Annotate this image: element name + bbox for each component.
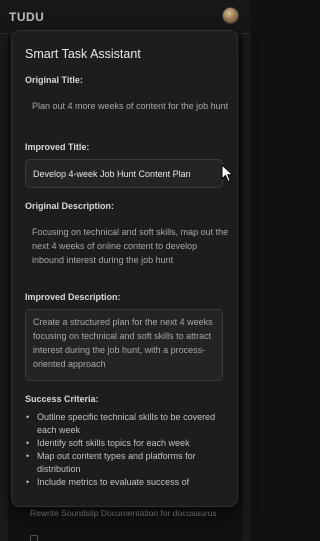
app-header: TUDU [0, 0, 251, 34]
panel-title: Smart Task Assistant [25, 47, 141, 61]
app-title: TUDU [9, 10, 45, 24]
improved-title-label: Improved Title: [25, 142, 90, 152]
improved-description-label: Improved Description: [25, 292, 121, 302]
success-criteria-item: Map out content types and platforms for … [26, 450, 226, 476]
background-list-edge-right [243, 34, 251, 541]
success-criteria-list: Outline specific technical skills to be … [26, 411, 226, 489]
success-criteria-item: Include metrics to evaluate success of [26, 476, 226, 489]
user-avatar[interactable] [222, 7, 239, 24]
improved-title-input[interactable] [26, 160, 222, 187]
background-list-edge [0, 34, 8, 541]
improved-description-field[interactable]: Create a structured plan for the next 4 … [25, 309, 223, 381]
original-description-value: Focusing on technical and soft skills, m… [32, 227, 229, 265]
smart-task-assistant-panel: Smart Task Assistant Original Title: Pla… [11, 30, 238, 507]
improved-description-textarea[interactable]: Create a structured plan for the next 4 … [26, 310, 222, 380]
success-criteria-item: Outline specific technical skills to be … [26, 411, 226, 437]
original-description-label: Original Description: [25, 201, 115, 211]
improved-title-field[interactable] [25, 159, 223, 188]
background-task-checkbox[interactable] [30, 535, 38, 541]
mouse-pointer-icon [221, 164, 234, 183]
original-title-value: Plan out 4 more weeks of content for the… [32, 101, 229, 111]
success-criteria-label: Success Criteria: [25, 394, 99, 404]
original-title-label: Original Title: [25, 75, 83, 85]
success-criteria-item: Identify soft skills topics for each wee… [26, 437, 226, 450]
background-task-title[interactable]: Rewrite Soundslip Documentation for docu… [30, 507, 220, 519]
